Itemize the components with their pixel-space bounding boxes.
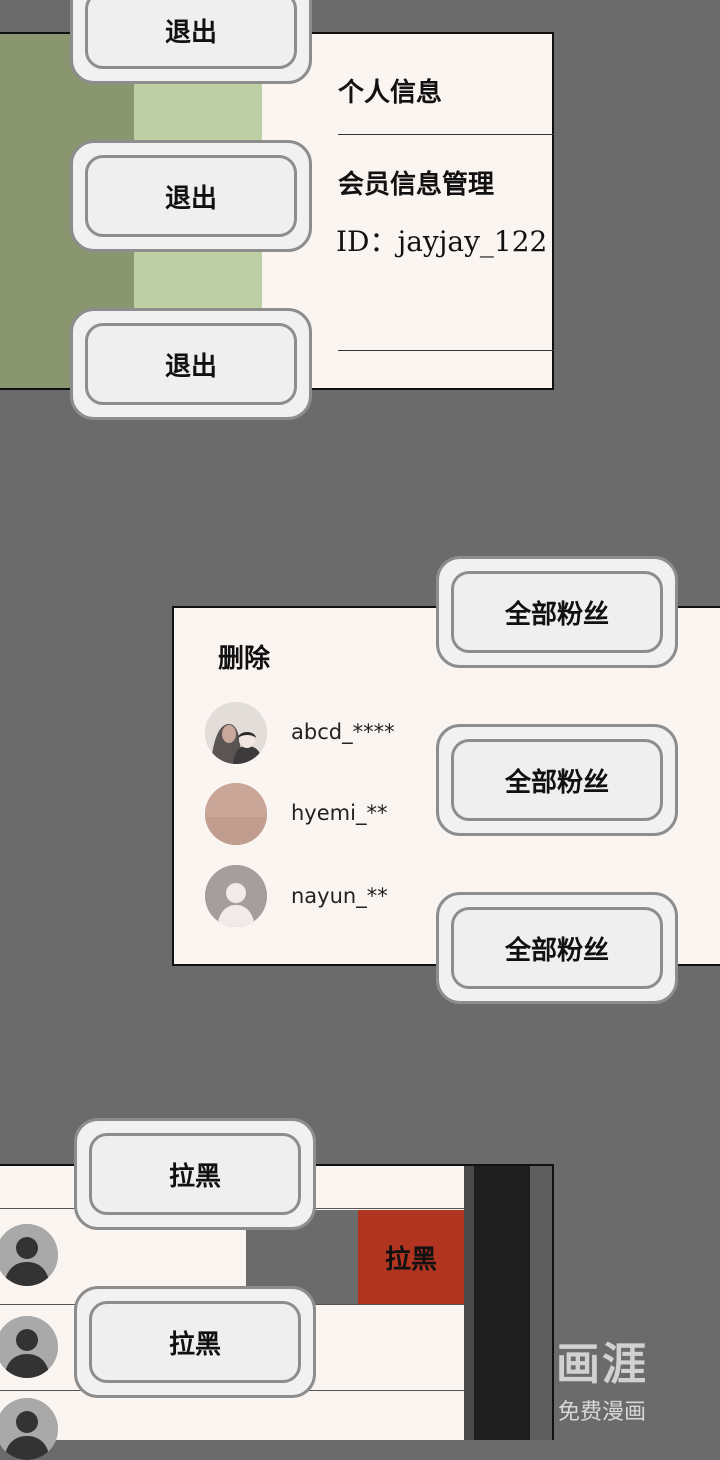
block-button[interactable]: 拉黑: [74, 1118, 316, 1230]
logout-button-label: 退出: [85, 155, 297, 237]
all-followers-button[interactable]: 全部粉丝: [436, 892, 678, 1004]
follower-avatar[interactable]: [205, 702, 267, 764]
block-button[interactable]: 拉黑: [74, 1286, 316, 1398]
divider: [338, 134, 554, 135]
block-button-label: 拉黑: [89, 1301, 301, 1383]
logout-button[interactable]: 退出: [70, 140, 312, 252]
logout-button[interactable]: 退出: [70, 0, 312, 84]
all-followers-button-label: 全部粉丝: [451, 739, 663, 821]
follower-username: abcd_****: [291, 720, 395, 744]
logout-button[interactable]: 退出: [70, 308, 312, 420]
scrollbar[interactable]: [474, 1166, 530, 1440]
logout-button-label: 退出: [85, 0, 297, 69]
logout-button-label: 退出: [85, 323, 297, 405]
user-id: ID：jayjay_122: [336, 225, 548, 258]
personal-info-title: 个人信息: [338, 78, 443, 108]
follower-avatar[interactable]: [205, 783, 267, 845]
swipe-block-button[interactable]: 拉黑: [358, 1210, 464, 1304]
watermark: 画涯 免费漫画: [542, 1328, 662, 1426]
block-button-label: 拉黑: [89, 1133, 301, 1215]
member-info-management-label[interactable]: 会员信息管理: [338, 164, 494, 201]
follower-username: hyemi_**: [291, 801, 388, 825]
all-followers-button-label: 全部粉丝: [451, 907, 663, 989]
all-followers-button-label: 全部粉丝: [451, 571, 663, 653]
all-followers-button[interactable]: 全部粉丝: [436, 556, 678, 668]
watermark-logo: 画涯: [556, 1339, 648, 1390]
delete-button[interactable]: 删除: [218, 638, 270, 675]
follower-avatar[interactable]: [205, 865, 267, 927]
all-followers-button[interactable]: 全部粉丝: [436, 724, 678, 836]
divider: [338, 350, 554, 351]
scroll-track: [464, 1166, 474, 1440]
follower-username: nayun_**: [291, 884, 388, 908]
user-avatar[interactable]: [0, 1398, 58, 1460]
watermark-subtitle: 免费漫画: [557, 1400, 646, 1425]
